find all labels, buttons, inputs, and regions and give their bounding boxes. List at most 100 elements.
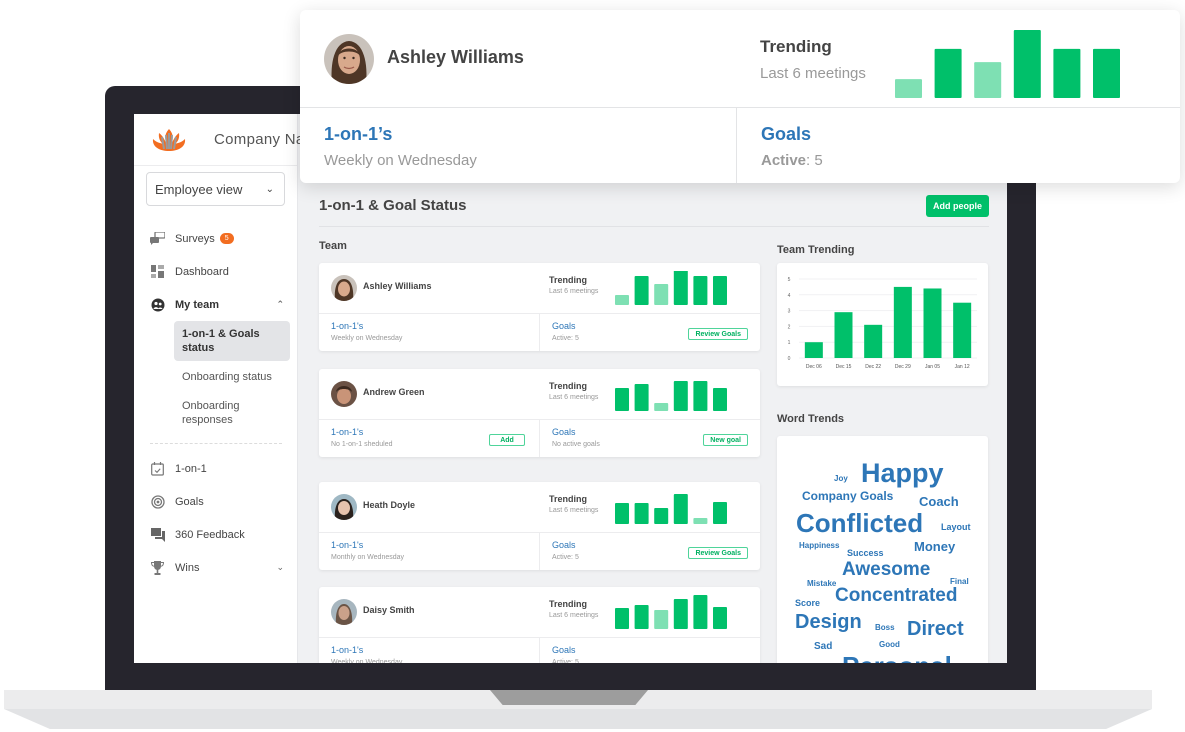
trend-bar xyxy=(673,381,688,411)
word-trend-item[interactable]: Mistake xyxy=(807,579,836,588)
trending-label: Trending xyxy=(549,275,587,285)
sidebar-item-label: Surveys xyxy=(175,232,215,245)
trend-bar xyxy=(895,79,922,98)
trend-bar xyxy=(713,276,727,305)
sidebar-item-dashboard[interactable]: Dashboard xyxy=(134,255,298,288)
member-name[interactable]: Daisy Smith xyxy=(363,605,415,615)
chevron-up-icon[interactable]: ⌃ xyxy=(276,299,284,310)
trend-bar xyxy=(974,62,1002,98)
trending-mini-chart xyxy=(615,494,727,524)
app-screen: Company Name Employee view ⌄ Surveys 5 D… xyxy=(134,114,1007,663)
trend-bar xyxy=(693,518,708,524)
goals-section: Goals Active: 5 xyxy=(539,638,760,663)
y-tick-label: 2 xyxy=(788,324,791,330)
trend-bar xyxy=(615,608,629,629)
word-trend-item[interactable]: Company Goals xyxy=(802,489,893,503)
view-select[interactable]: Employee view ⌄ xyxy=(146,172,285,206)
new-goal-button[interactable]: New goal xyxy=(703,434,748,446)
word-trend-item[interactable]: Money xyxy=(914,539,955,554)
sidebar-item-label: 360 Feedback xyxy=(175,528,245,541)
trend-bar xyxy=(673,494,688,524)
avatar[interactable] xyxy=(324,34,374,84)
oneonone-link[interactable]: 1-on-1’s xyxy=(324,124,712,145)
goals-section: Goals Active: 5 Review Goals xyxy=(539,533,760,570)
sidebar-item-wins[interactable]: Wins ⌄ xyxy=(134,551,298,584)
trending-label: Trending xyxy=(549,599,587,609)
member-name[interactable]: Heath Doyle xyxy=(363,500,415,510)
brand-header: Company Name xyxy=(134,114,326,166)
x-tick-label: Jan 05 xyxy=(925,364,940,370)
word-trend-item[interactable]: Coach xyxy=(919,494,959,509)
oneonone-schedule: Weekly on Wednesday xyxy=(324,152,477,169)
oneonone-link[interactable]: 1-on-1's xyxy=(331,645,527,655)
goals-section: Goals Active: 5 xyxy=(737,108,847,183)
sidebar-subitem-onboarding-responses[interactable]: Onboarding responses xyxy=(174,393,290,433)
team-icon xyxy=(150,297,165,312)
view-select-value: Employee view xyxy=(155,181,243,197)
word-trend-item[interactable]: Joy xyxy=(834,474,848,483)
sidebar-item-surveys[interactable]: Surveys 5 xyxy=(134,222,298,255)
page-title: 1-on-1 & Goal Status xyxy=(319,197,467,214)
trend-bar xyxy=(634,605,649,629)
word-trend-item[interactable]: Boss xyxy=(875,623,895,632)
word-trend-item[interactable]: Sad xyxy=(814,641,832,652)
sidebar-item-label: Dashboard xyxy=(175,265,229,278)
word-trend-item[interactable]: Success xyxy=(847,548,884,558)
oneonone-link[interactable]: 1-on-1's xyxy=(331,321,527,331)
review-goals-button[interactable]: Review Goals xyxy=(688,547,748,559)
trend-bar xyxy=(615,503,629,524)
word-trend-item[interactable]: Layout xyxy=(941,522,971,532)
sidebar-item-my-team[interactable]: My team ⌃ xyxy=(134,288,298,321)
y-tick-label: 4 xyxy=(788,293,791,299)
oneonone-schedule: Weekly on Wednesday xyxy=(331,659,403,663)
oneonone-section: 1-on-1's Monthly on Wednesday xyxy=(319,533,539,570)
sidebar-item-360-feedback[interactable]: 360 Feedback xyxy=(134,518,298,551)
trend-bar xyxy=(634,276,649,305)
feedback-icon xyxy=(150,527,165,542)
x-tick-label: Dec 29 xyxy=(895,364,911,370)
trend-bar xyxy=(654,403,669,411)
trending-sublabel: Last 6 meetings xyxy=(549,612,599,619)
review-goals-button[interactable]: Review Goals xyxy=(688,328,748,340)
popout-details: 1-on-1’s Weekly on Wednesday Goals Activ… xyxy=(300,108,1180,183)
word-trend-item[interactable]: Design xyxy=(795,611,862,634)
goals-section: Goals Active: 5 Review Goals xyxy=(539,314,760,351)
oneonone-link[interactable]: 1-on-1's xyxy=(331,540,527,550)
avatar[interactable] xyxy=(331,381,357,407)
trend-bar xyxy=(693,381,708,411)
add-people-button[interactable]: Add people xyxy=(926,195,989,217)
word-trends-label: Word Trends xyxy=(777,413,845,425)
word-trend-item[interactable]: Conflicted xyxy=(796,508,923,539)
main-content: 1-on-1 & Goal Status Add people Team Tea… xyxy=(298,114,1007,663)
word-trend-item[interactable]: Score xyxy=(795,598,820,608)
member-name[interactable]: Ashley Williams xyxy=(363,281,431,291)
member-name[interactable]: Andrew Green xyxy=(363,387,425,397)
avatar[interactable] xyxy=(331,275,357,301)
sidebar-item-goals[interactable]: Goals xyxy=(134,485,298,518)
word-trend-item[interactable]: Personal xyxy=(842,651,952,663)
trending-label: Trending xyxy=(549,494,587,504)
target-icon xyxy=(150,494,165,509)
word-trend-item[interactable]: Direct xyxy=(907,618,964,641)
word-trend-item[interactable]: Good xyxy=(879,640,900,649)
popout-header: Ashley Williams Trending Last 6 meetings xyxy=(300,10,1180,108)
word-trend-item[interactable]: Happy xyxy=(861,458,944,489)
sidebar-item-1-on-1[interactable]: 1-on-1 xyxy=(134,452,298,485)
avatar[interactable] xyxy=(331,599,357,625)
trending-sublabel: Last 6 meetings xyxy=(549,507,599,514)
goals-link[interactable]: Goals xyxy=(552,645,748,655)
goals-link[interactable]: Goals xyxy=(761,124,823,145)
trend-bar xyxy=(713,607,727,629)
sidebar-subitem-goals-status[interactable]: 1-on-1 & Goals status xyxy=(174,321,290,361)
trend-bar xyxy=(673,271,688,305)
sidebar-subitem-onboarding-status[interactable]: Onboarding status xyxy=(174,364,290,390)
x-tick-label: Dec 06 xyxy=(806,364,822,370)
trending-mini-chart xyxy=(895,30,1120,98)
word-trend-item[interactable]: Happiness xyxy=(799,541,839,550)
add-oneonone-button[interactable]: Add xyxy=(489,434,525,446)
word-trend-item[interactable]: Concentrated xyxy=(835,585,957,607)
word-trend-item[interactable]: Awesome xyxy=(842,559,930,581)
avatar[interactable] xyxy=(331,494,357,520)
lotus-icon[interactable] xyxy=(150,127,188,153)
chevron-down-icon[interactable]: ⌄ xyxy=(276,562,284,573)
